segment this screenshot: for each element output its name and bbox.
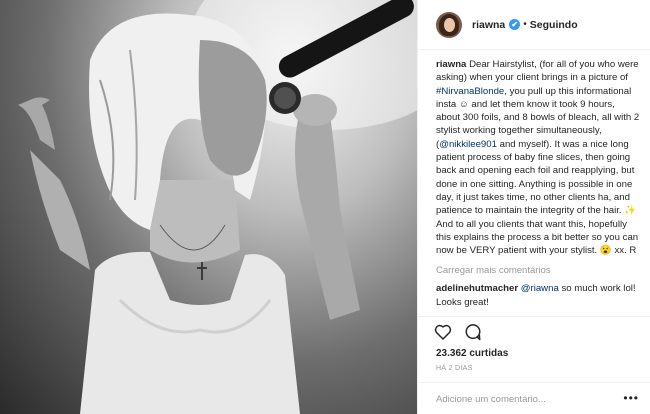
following-button[interactable]: Seguindo bbox=[530, 19, 578, 31]
more-options-icon[interactable]: ••• bbox=[623, 391, 639, 405]
verified-badge-icon: ✔ bbox=[509, 19, 521, 30]
comment-item: adelinehutmacher @riawna so much work lo… bbox=[436, 282, 641, 309]
avatar[interactable] bbox=[436, 11, 462, 38]
add-comment-bar: ••• bbox=[418, 382, 650, 414]
post-header: riawna ✔ • Seguindo bbox=[418, 0, 650, 50]
post-caption: riawna Dear Hairstylist, (for all of you… bbox=[436, 58, 641, 257]
heart-icon[interactable] bbox=[434, 323, 452, 343]
instagram-post: riawna ✔ • Seguindo riawna Dear Hairstyl… bbox=[0, 0, 650, 414]
comment-username[interactable]: adelinehutmacher bbox=[436, 283, 518, 294]
comment-icon[interactable] bbox=[464, 323, 482, 344]
header-separator: • bbox=[523, 19, 527, 30]
post-timestamp[interactable]: HÁ 2 DIAS bbox=[436, 365, 473, 372]
post-side-panel: riawna ✔ • Seguindo riawna Dear Hairstyl… bbox=[417, 0, 650, 414]
caption-text-part: and myself). It was a nice long patient … bbox=[436, 138, 639, 257]
caption-username[interactable]: riawna bbox=[436, 59, 466, 70]
likes-count[interactable]: 23.362 curtidas bbox=[436, 348, 508, 359]
comments-list[interactable]: riawna Dear Hairstylist, (for all of you… bbox=[436, 58, 641, 316]
hashtag-link[interactable]: #NirvanaBlonde bbox=[436, 86, 504, 97]
load-more-comments-link[interactable]: Carregar mais comentários bbox=[436, 265, 641, 276]
post-actions bbox=[418, 316, 650, 346]
mention-link[interactable]: @nikkilee901 bbox=[439, 139, 497, 150]
add-comment-input[interactable] bbox=[436, 391, 616, 407]
header-username[interactable]: riawna bbox=[472, 19, 505, 31]
caption-text-part: Dear Hairstylist, (for all of you who we… bbox=[436, 59, 639, 84]
post-photo[interactable] bbox=[0, 0, 417, 414]
singer-illustration bbox=[18, 0, 417, 414]
comment-mention-link[interactable]: @riawna bbox=[521, 283, 559, 294]
